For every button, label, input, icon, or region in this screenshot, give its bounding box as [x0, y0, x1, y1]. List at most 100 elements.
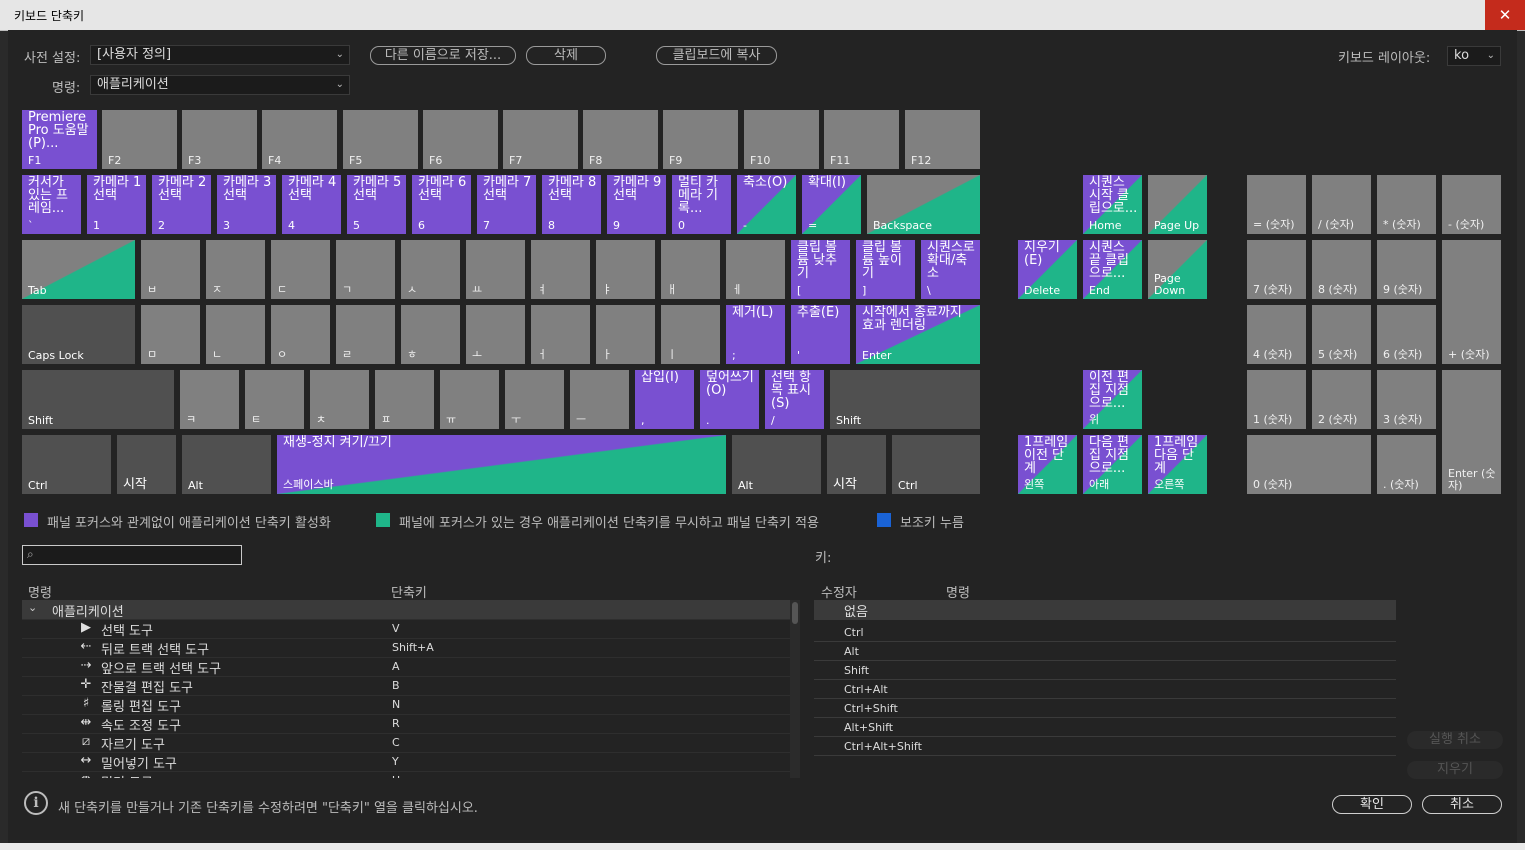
save-as-button[interactable]: 다른 이름으로 저장... [370, 46, 516, 65]
preset-dropdown[interactable]: [사용자 정의] ⌄ [90, 45, 350, 65]
key-num-dot[interactable]: . (숫자) [1377, 435, 1436, 494]
key-j[interactable]: ㅓ [531, 305, 590, 364]
key-lctrl[interactable]: Ctrl [22, 435, 111, 494]
key-lwin[interactable]: 시작 [117, 435, 176, 494]
key-i[interactable]: ㅑ [596, 240, 655, 299]
key-num2[interactable]: 2 (숫자) [1312, 370, 1371, 429]
key-num9[interactable]: 9 (숫자) [1377, 240, 1436, 299]
key-f9[interactable]: F9 [663, 110, 738, 169]
key-d[interactable]: ㅇ [271, 305, 330, 364]
key-num-enter[interactable]: Enter (숫자) [1442, 370, 1501, 494]
group-row-application[interactable]: ⌄ 애플리케이션 [22, 600, 790, 620]
key-k6[interactable]: 카메라 6 선택 6 [412, 175, 471, 234]
key-k8[interactable]: 카메라 8 선택 8 [542, 175, 601, 234]
key-num8[interactable]: 8 (숫자) [1312, 240, 1371, 299]
key-f12[interactable]: F12 [905, 110, 980, 169]
key-f11[interactable]: F11 [824, 110, 899, 169]
key-x[interactable]: ㅌ [245, 370, 304, 429]
close-button[interactable]: ✕ [1485, 0, 1525, 30]
key-f6[interactable]: F6 [423, 110, 498, 169]
key-z[interactable]: ㅋ [180, 370, 239, 429]
key-rshift[interactable]: Shift [830, 370, 980, 429]
key-l[interactable]: ㅣ [661, 305, 720, 364]
command-row[interactable]: ⇠ 뒤로 트랙 선택 도구 Shift+A [22, 638, 790, 658]
modifier-row[interactable]: Shift [814, 660, 1396, 680]
key-num5[interactable]: 5 (숫자) [1312, 305, 1371, 364]
key-num-div[interactable]: / (숫자) [1312, 175, 1371, 234]
command-shortcut[interactable]: C [392, 736, 400, 749]
key-rbracket[interactable]: 클립 볼륨 높이기] [856, 240, 915, 299]
command-shortcut[interactable]: V [392, 622, 400, 635]
key-tab[interactable]: Tab [22, 240, 135, 299]
key-delete[interactable]: 지우기(E) Delete [1018, 240, 1077, 299]
command-shortcut[interactable]: Y [392, 755, 399, 768]
key-t[interactable]: ㅅ [401, 240, 460, 299]
ok-button[interactable]: 확인 [1332, 795, 1412, 814]
key-k[interactable]: ㅏ [596, 305, 655, 364]
key-slash[interactable]: 선택 항목 표시(S) / [765, 370, 824, 429]
key-space[interactable]: 재생-정지 켜기/끄기 스페이스바 [277, 435, 726, 494]
key-grave[interactable]: 커서가 있는 프레임... ` [22, 175, 81, 234]
key-arrow-up[interactable]: 이전 편집 지점으로... 위 [1083, 370, 1142, 429]
key-n[interactable]: ㅜ [505, 370, 564, 429]
command-row[interactable]: ⇹ 속도 조정 도구 R [22, 714, 790, 734]
key-num3[interactable]: 3 (숫자) [1377, 370, 1436, 429]
key-semicolon[interactable]: 제거(L); [726, 305, 785, 364]
key-f3[interactable]: F3 [182, 110, 257, 169]
layout-dropdown[interactable]: ko ⌄ [1447, 46, 1501, 66]
key-equal[interactable]: 확대(I) = [802, 175, 861, 234]
key-f7[interactable]: F7 [503, 110, 578, 169]
key-lalt[interactable]: Alt [182, 435, 271, 494]
key-enter[interactable]: 시작에서 종료까지 효과 렌더링 Enter [856, 305, 980, 364]
column-shortcut-header[interactable]: 단축키 [391, 582, 427, 601]
command-shortcut[interactable]: Shift+A [392, 641, 434, 654]
key-k2[interactable]: 카메라 2 선택 2 [152, 175, 211, 234]
key-pageup[interactable]: Page Up [1148, 175, 1207, 234]
key-k7[interactable]: 카메라 7 선택 7 [477, 175, 536, 234]
key-num6[interactable]: 6 (숫자) [1377, 305, 1436, 364]
modifier-row[interactable]: Ctrl+Shift [814, 698, 1396, 718]
key-f2[interactable]: F2 [102, 110, 177, 169]
key-arrow-right[interactable]: 1프레임 다음 단계 오른쪽 [1148, 435, 1207, 494]
key-f4[interactable]: F4 [262, 110, 337, 169]
command-row[interactable]: ⇢ 앞으로 트랙 선택 도구 A [22, 657, 790, 677]
key-h[interactable]: ㅗ [466, 305, 525, 364]
scrollbar-thumb[interactable] [792, 602, 798, 624]
key-num-add[interactable]: + (숫자) [1442, 240, 1501, 364]
modifier-row[interactable]: Alt [814, 641, 1396, 661]
command-shortcut[interactable]: R [392, 717, 400, 730]
command-row[interactable]: ↔ 밀어넣기 도구 Y [22, 752, 790, 772]
key-period[interactable]: 덮어쓰기(O). [700, 370, 759, 429]
modifier-row[interactable]: Ctrl+Alt+Shift [814, 736, 1396, 756]
key-f5[interactable]: F5 [343, 110, 418, 169]
key-k0[interactable]: 멀티 카메라 기록... 0 [672, 175, 731, 234]
undo-button[interactable]: 실행 취소 [1407, 731, 1503, 749]
command-shortcut[interactable]: N [392, 698, 400, 711]
command-row[interactable]: ♯ 롤링 편집 도구 N [22, 695, 790, 715]
key-a[interactable]: ㅁ [141, 305, 200, 364]
command-dropdown[interactable]: 애플리케이션 ⌄ [90, 75, 350, 95]
key-num-eq[interactable]: = (숫자) [1247, 175, 1306, 234]
copy-to-clipboard-button[interactable]: 클립보드에 복사 [656, 46, 777, 65]
key-caps[interactable]: Caps Lock [22, 305, 135, 364]
key-y[interactable]: ㅛ [466, 240, 525, 299]
command-row[interactable]: ▶ 선택 도구 V [22, 619, 790, 639]
key-minus[interactable]: 축소(O) - [737, 175, 796, 234]
key-k5[interactable]: 카메라 5 선택 5 [347, 175, 406, 234]
key-comma[interactable]: 삽입(I), [635, 370, 694, 429]
key-f8[interactable]: F8 [583, 110, 658, 169]
key-backspace[interactable]: Backspace [867, 175, 980, 234]
key-f1[interactable]: Premiere Pro 도움말(P)... F1 [22, 110, 97, 169]
key-lbracket[interactable]: 클립 볼륨 낮추기 [ [791, 240, 850, 299]
key-backslash[interactable]: 시퀀스로 확대/축소 \ [921, 240, 980, 299]
key-k3[interactable]: 카메라 3 선택 3 [217, 175, 276, 234]
key-f10[interactable]: F10 [744, 110, 819, 169]
key-b[interactable]: ㅠ [440, 370, 499, 429]
command-shortcut[interactable]: U [392, 774, 400, 778]
key-lshift[interactable]: Shift [22, 370, 174, 429]
key-arrow-left[interactable]: 1프레임 이전 단계 왼쪽 [1018, 435, 1077, 494]
key-num1[interactable]: 1 (숫자) [1247, 370, 1306, 429]
key-q[interactable]: ㅂ [141, 240, 200, 299]
key-num0[interactable]: 0 (숫자) [1247, 435, 1371, 494]
key-end[interactable]: 시퀀스 끝 클립으로... End [1083, 240, 1142, 299]
